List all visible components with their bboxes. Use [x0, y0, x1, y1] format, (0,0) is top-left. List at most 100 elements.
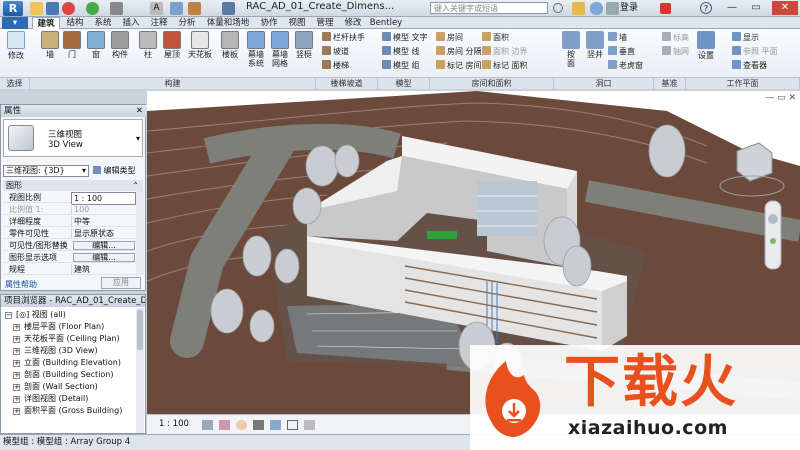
ribbon-datum-0[interactable]: 标高 — [662, 32, 689, 43]
browser-tree-item[interactable]: − [◎] 视图 (all) — [5, 309, 66, 321]
close-icon[interactable]: ✕ — [136, 105, 143, 117]
maximize-button[interactable]: ▭ — [746, 1, 766, 15]
browser-tree-item[interactable]: + 立面 (Building Elevation) — [13, 357, 121, 369]
tab-10[interactable]: 修改 — [340, 17, 366, 29]
ribbon-build-5[interactable]: 屋顶 — [160, 31, 184, 59]
search-icon[interactable] — [553, 3, 563, 13]
shadows-icon[interactable] — [253, 420, 264, 430]
property-row[interactable]: 规程 建筑 — [3, 264, 143, 275]
scrollbar-thumb[interactable] — [137, 310, 143, 350]
ribbon-build-2[interactable]: 窗 — [84, 31, 108, 59]
sun-path-icon[interactable] — [236, 420, 247, 430]
save-icon[interactable] — [46, 2, 59, 15]
tab-4[interactable]: 注释 — [146, 17, 172, 29]
switch-window-icon[interactable] — [222, 2, 235, 15]
edit-button[interactable]: 编辑... — [73, 253, 135, 262]
tab-7[interactable]: 协作 — [256, 17, 282, 29]
type-selector[interactable]: 三维视图 3D View ▾ — [3, 119, 143, 157]
ribbon-build-3[interactable]: 构件 — [108, 31, 132, 59]
property-row[interactable]: 可见性/图形替换 编辑... — [3, 240, 143, 251]
ribbon-opening-1[interactable]: 竖井 — [584, 31, 606, 59]
ribbon-workplane-1[interactable]: 显示 — [732, 32, 759, 43]
3d-view-icon[interactable] — [170, 2, 183, 15]
ribbon-opening-0[interactable]: 按 面 — [560, 31, 582, 68]
tab-0[interactable]: 建筑 — [32, 17, 60, 29]
text-icon[interactable]: A — [150, 2, 163, 15]
browser-tree-item[interactable]: + 剖面 (Wall Section) — [13, 381, 98, 393]
panel-label-3[interactable]: 模型 — [378, 78, 430, 90]
expand-icon[interactable]: + — [13, 348, 20, 355]
ribbon-circ-1[interactable]: 坡道 — [322, 46, 349, 57]
signin-label[interactable]: 登录 — [620, 2, 638, 15]
tab-8[interactable]: 视图 — [284, 17, 310, 29]
detail-level-icon[interactable] — [202, 420, 213, 430]
browser-tree-item[interactable]: + 三维视图 (3D View) — [13, 345, 98, 357]
ribbon-build-7[interactable]: 楼板 — [218, 31, 242, 59]
app-logo-icon[interactable]: R — [3, 1, 23, 16]
ribbon-opening-3[interactable]: 垂直 — [608, 46, 635, 57]
apply-button[interactable]: 应用 — [101, 277, 141, 289]
ribbon-workplane-3[interactable]: 查看器 — [732, 60, 767, 71]
close-button[interactable]: ✕ — [772, 1, 798, 15]
expand-icon[interactable]: + — [13, 408, 20, 415]
subscription-icon[interactable] — [572, 2, 585, 15]
ribbon-build-9[interactable]: 幕墙 网格 — [268, 31, 292, 68]
expand-icon[interactable]: + — [13, 336, 20, 343]
ribbon-room-1[interactable]: 房间 分隔 — [436, 46, 482, 57]
ribbon-build-6[interactable]: 天花板 — [188, 31, 212, 59]
ribbon-build-0[interactable]: 墙 — [38, 31, 62, 59]
view-selector[interactable]: 三维视图: {3D} ▾ — [3, 165, 89, 177]
ribbon-datum-1[interactable]: 轴网 — [662, 46, 689, 57]
ribbon-room-4[interactable]: 面积 边界 — [482, 46, 528, 57]
ribbon-model-0[interactable]: 模型 文字 — [382, 32, 428, 43]
communication-icon[interactable] — [590, 2, 603, 15]
ribbon-room-0[interactable]: 房间 — [436, 32, 463, 43]
expand-icon[interactable]: + — [13, 372, 20, 379]
ribbon-opening-2[interactable]: 墙 — [608, 32, 627, 43]
edit-button[interactable]: 编辑... — [73, 241, 135, 250]
browser-tree-item[interactable]: + 天花板平面 (Ceiling Plan) — [13, 333, 120, 345]
ribbon-room-2[interactable]: 标记 房间 — [436, 60, 482, 71]
panel-label-2[interactable]: 楼梯坡道 — [316, 78, 378, 90]
tab-1[interactable]: 结构 — [62, 17, 88, 29]
ribbon-build-10[interactable]: 竖梃 — [292, 31, 316, 59]
property-row[interactable]: 详细程度 中等 — [3, 216, 143, 227]
app-menu-button[interactable]: ▾ — [2, 17, 28, 29]
browser-tree-item[interactable]: + 楼层平面 (Floor Plan) — [13, 321, 104, 333]
property-row[interactable]: 零件可见性 显示原状态 — [3, 228, 143, 239]
expand-icon[interactable]: − — [5, 312, 12, 319]
measure-icon[interactable] — [110, 2, 123, 15]
lock-3d-icon[interactable] — [304, 420, 315, 430]
panel-label-4[interactable]: 房间和面积 — [430, 78, 554, 90]
property-row[interactable]: 图形显示选项 编辑... — [3, 252, 143, 263]
panel-label-6[interactable]: 基准 — [654, 78, 686, 90]
visual-style-icon[interactable] — [219, 420, 230, 430]
scrollbar[interactable] — [136, 308, 144, 433]
ribbon-build-4[interactable]: 柱 — [136, 31, 160, 59]
panel-label-7[interactable]: 工作平面 — [686, 78, 800, 90]
property-row[interactable]: 视图比例 1 : 100 — [3, 192, 143, 205]
ribbon-circ-0[interactable]: 栏杆扶手 — [322, 32, 365, 43]
ribbon-circ-2[interactable]: 楼梯 — [322, 60, 349, 71]
property-group-graphics[interactable]: 图形 ⌃ — [3, 180, 143, 191]
edit-type-button[interactable]: 编辑类型 — [93, 165, 136, 177]
ribbon-room-3[interactable]: 面积 — [482, 32, 509, 43]
browser-tree-item[interactable]: + 面积平面 (Gross Building) — [13, 405, 122, 417]
panel-label-5[interactable]: 洞口 — [554, 78, 654, 90]
ribbon-model-1[interactable]: 模型 线 — [382, 46, 420, 57]
tab-3[interactable]: 插入 — [118, 17, 144, 29]
help-icon[interactable]: ? — [700, 2, 712, 14]
expand-icon[interactable]: + — [13, 384, 20, 391]
properties-help-link[interactable]: 属性帮助 — [5, 279, 37, 290]
tab-9[interactable]: 管理 — [312, 17, 338, 29]
tab-5[interactable]: 分析 — [174, 17, 200, 29]
undo-icon[interactable] — [62, 2, 75, 15]
panel-label-0[interactable]: 选择 — [0, 78, 30, 90]
scrollbar[interactable] — [136, 191, 144, 275]
tab-2[interactable]: 系统 — [90, 17, 116, 29]
ribbon-workplane-2[interactable]: 参照 平面 — [732, 46, 778, 57]
crop-icon[interactable] — [287, 420, 298, 430]
browser-tree-item[interactable]: + 详图视图 (Detail) — [13, 393, 88, 405]
view-scale[interactable]: 1 : 100 — [159, 419, 189, 429]
ribbon-workplane-0[interactable]: 设置 — [694, 31, 718, 61]
